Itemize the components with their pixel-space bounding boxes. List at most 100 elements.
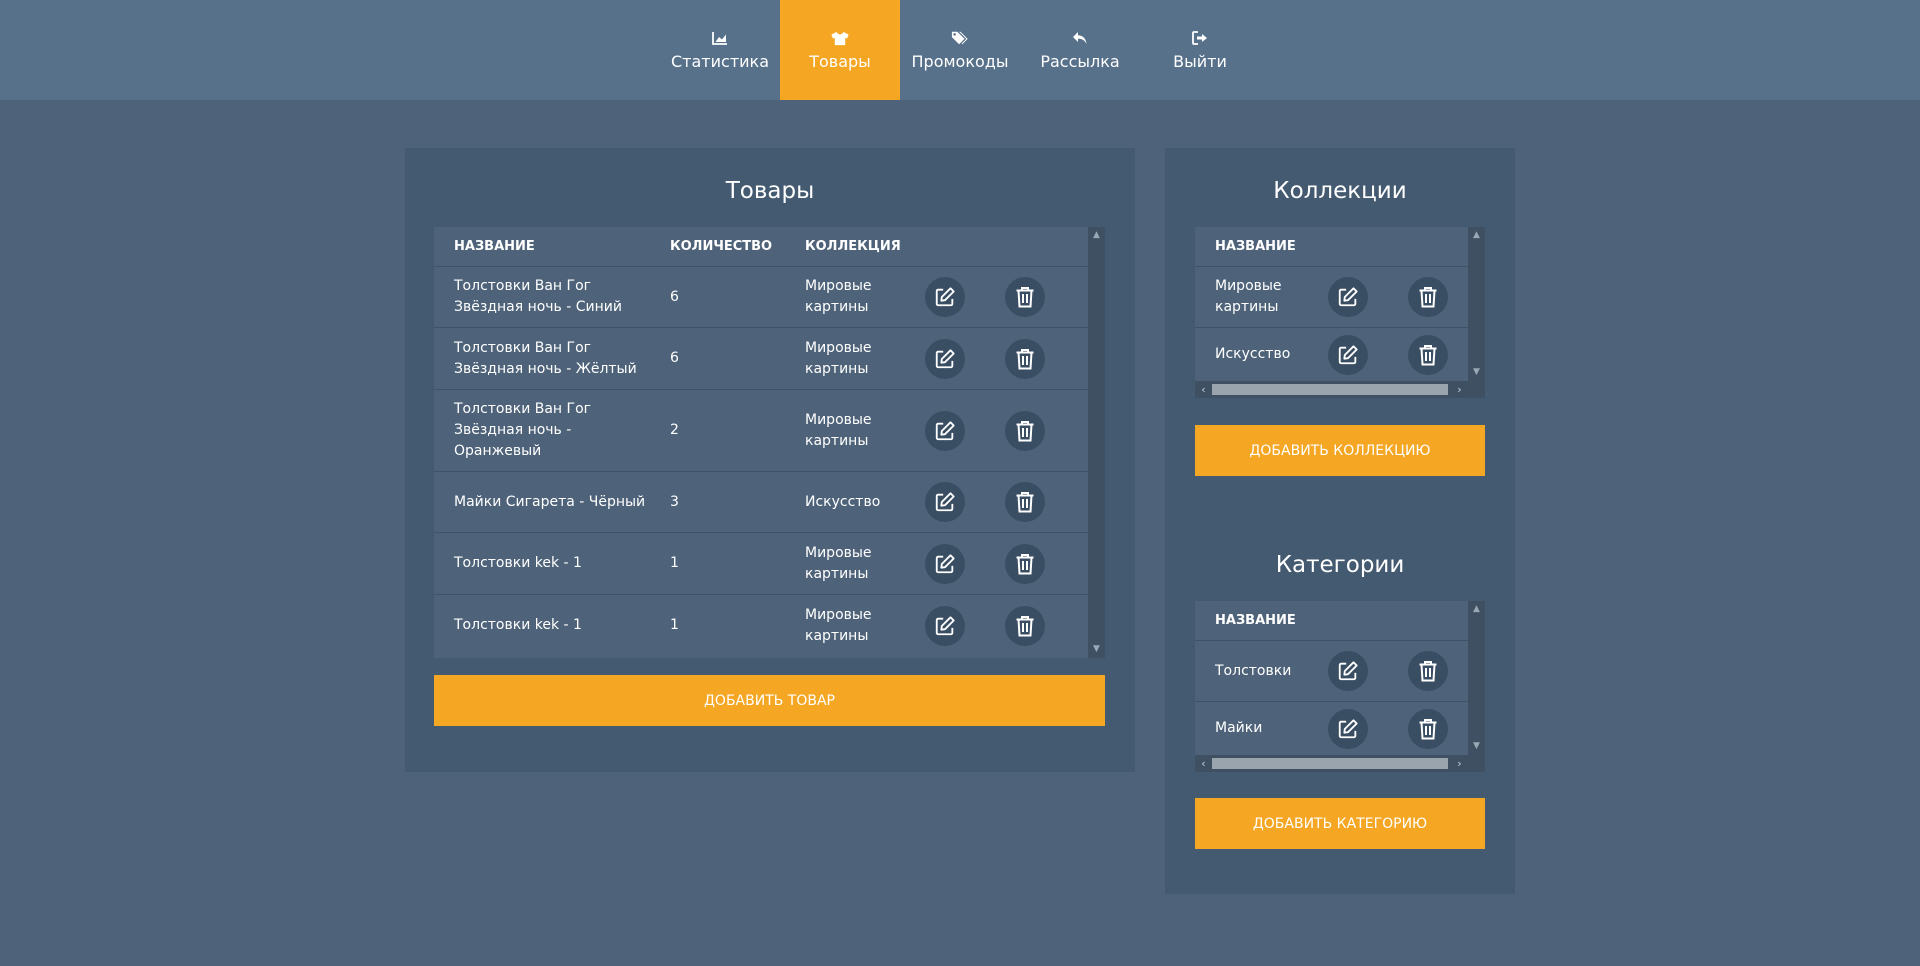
product-collection: Искусство <box>805 493 881 510</box>
scroll-thumb[interactable] <box>1212 758 1448 769</box>
edit-cell <box>905 482 985 522</box>
delete-button[interactable] <box>1005 277 1045 317</box>
scroll-right-icon[interactable]: › <box>1451 381 1468 398</box>
delete-button[interactable] <box>1408 651 1448 691</box>
edit-button[interactable] <box>925 543 965 584</box>
edit-icon <box>1338 344 1358 364</box>
trash-icon <box>1016 615 1034 636</box>
edit-button[interactable] <box>925 410 965 451</box>
nav-item-label: Промокоды <box>911 52 1009 71</box>
tshirt-icon <box>831 30 849 46</box>
trash-icon <box>1419 661 1437 682</box>
trash-icon <box>1016 553 1034 574</box>
edit-button[interactable] <box>925 605 965 646</box>
column-header-name: Название <box>454 239 535 254</box>
edit-icon <box>935 420 955 440</box>
table-row: Мировые картины <box>1195 267 1468 328</box>
delete-button[interactable] <box>1005 410 1045 451</box>
collections-table-content: Название Мировые картины Искусство <box>1195 227 1468 381</box>
column-header-name: Название <box>1215 613 1296 628</box>
edit-cell <box>905 277 985 317</box>
product-name: Майки Сигарета - Чёрный <box>454 493 646 510</box>
edit-button[interactable] <box>1328 334 1368 375</box>
edit-button[interactable] <box>1328 651 1368 691</box>
delete-button[interactable] <box>1005 482 1045 522</box>
column-header-name: Название <box>1215 239 1296 254</box>
edit-icon <box>1338 661 1358 681</box>
product-collection: Мировые картины <box>805 278 872 315</box>
vertical-scrollbar[interactable]: ▲ ▼ <box>1468 601 1485 755</box>
nav-menu: Статистика Товары Промокоды Рассылка Вый… <box>660 0 1260 100</box>
edit-button[interactable] <box>1328 708 1368 749</box>
edit-cell <box>905 543 985 584</box>
edit-button[interactable] <box>925 277 965 317</box>
collection-name: Мировые картины <box>1215 278 1282 315</box>
top-navigation-bar: Статистика Товары Промокоды Рассылка Вый… <box>0 0 1920 100</box>
delete-cell <box>1388 651 1468 691</box>
delete-button[interactable] <box>1408 708 1448 749</box>
product-quantity: 6 <box>670 288 679 305</box>
delete-cell <box>985 605 1065 646</box>
product-quantity: 1 <box>670 617 679 633</box>
table-header: Название <box>1195 601 1468 641</box>
edit-button[interactable] <box>925 482 965 522</box>
delete-button[interactable] <box>1005 605 1045 646</box>
edit-cell <box>905 410 985 451</box>
product-quantity: 1 <box>670 555 679 571</box>
nav-item-mailing[interactable]: Рассылка <box>1020 0 1140 100</box>
product-collection: Мировые картины <box>805 606 872 644</box>
trash-icon <box>1016 492 1034 513</box>
add-category-button[interactable]: Добавить категорию <box>1195 798 1485 849</box>
edit-button[interactable] <box>1328 277 1368 317</box>
vertical-scrollbar[interactable]: ▲ ▼ <box>1468 227 1485 381</box>
scroll-down-icon[interactable]: ▼ <box>1468 738 1485 755</box>
delete-cell <box>1388 334 1468 375</box>
delete-button[interactable] <box>1005 338 1045 379</box>
table-row: Майки <box>1195 702 1468 755</box>
scroll-left-icon[interactable]: ‹ <box>1195 381 1212 398</box>
product-name: Толстовки Ван Гог Звёздная ночь - Синий <box>454 278 622 315</box>
horizontal-scrollbar[interactable]: ‹ › <box>1195 755 1485 772</box>
horizontal-scrollbar[interactable]: ‹ › <box>1195 381 1485 398</box>
collections-categories-panel: Коллекции Название Мировые картины Искус… <box>1165 148 1515 894</box>
table-row: Толстовки Ван Гог Звёздная ночь - Синий … <box>434 267 1088 328</box>
scroll-up-icon[interactable]: ▲ <box>1468 227 1485 244</box>
add-collection-button[interactable]: Добавить коллекцию <box>1195 425 1485 476</box>
edit-icon <box>935 348 955 368</box>
tags-icon <box>951 30 969 46</box>
delete-cell <box>985 277 1065 317</box>
product-quantity: 3 <box>670 493 679 510</box>
nav-item-label: Рассылка <box>1040 52 1120 71</box>
scroll-up-icon[interactable]: ▲ <box>1468 601 1485 618</box>
edit-cell <box>905 338 985 379</box>
trash-icon <box>1419 718 1437 739</box>
nav-item-label: Товары <box>809 52 871 71</box>
edit-icon <box>1338 718 1358 738</box>
scroll-thumb[interactable] <box>1212 384 1448 395</box>
nav-item-promocodes[interactable]: Промокоды <box>900 0 1020 100</box>
nav-item-statistics[interactable]: Статистика <box>660 0 780 100</box>
table-header: Название Количество Коллекция <box>434 227 1088 267</box>
table-row: Толстовки Ван Гог Звёздная ночь - Жёлтый… <box>434 328 1088 390</box>
nav-item-products[interactable]: Товары <box>780 0 900 100</box>
table-row: Толстовки <box>1195 641 1468 702</box>
delete-cell <box>985 543 1065 584</box>
delete-button[interactable] <box>1408 277 1448 317</box>
delete-button[interactable] <box>1408 334 1448 375</box>
edit-cell <box>1308 708 1388 749</box>
edit-cell <box>1308 334 1388 375</box>
delete-cell <box>1388 277 1468 317</box>
vertical-scrollbar[interactable]: ▲ ▼ <box>1088 227 1105 658</box>
add-product-button[interactable]: Добавить товар <box>434 675 1105 726</box>
edit-button[interactable] <box>925 338 965 379</box>
category-name: Майки <box>1215 720 1263 736</box>
scroll-down-icon[interactable]: ▼ <box>1468 364 1485 381</box>
nav-item-logout[interactable]: Выйти <box>1140 0 1260 100</box>
scroll-right-icon[interactable]: › <box>1451 755 1468 772</box>
scroll-down-icon[interactable]: ▼ <box>1088 641 1105 658</box>
edit-icon <box>1338 287 1358 307</box>
product-collection: Мировые картины <box>805 544 872 582</box>
delete-button[interactable] <box>1005 543 1045 584</box>
scroll-left-icon[interactable]: ‹ <box>1195 755 1212 772</box>
scroll-up-icon[interactable]: ▲ <box>1088 227 1105 244</box>
